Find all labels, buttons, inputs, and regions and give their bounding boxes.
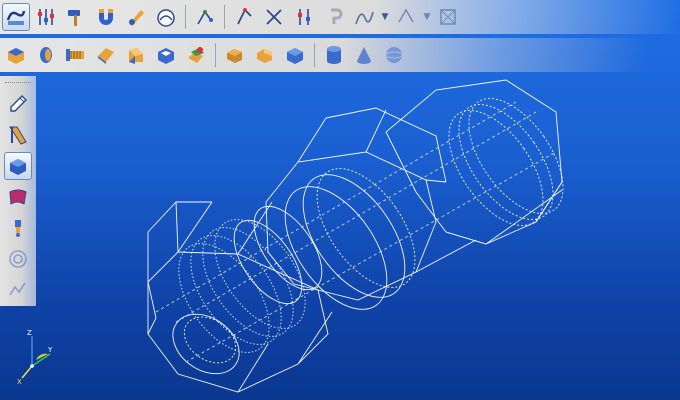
shell-button[interactable]	[152, 41, 180, 69]
curve-button[interactable]	[350, 3, 378, 31]
chevron-down-icon[interactable]: ▼	[422, 3, 432, 31]
pencil-hand-icon	[129, 10, 144, 26]
assembly-icon	[15, 220, 21, 237]
analysis-icon	[9, 282, 26, 296]
assembly-tool-button[interactable]	[4, 214, 32, 242]
solid-tool-button[interactable]	[4, 152, 32, 180]
triad-z-label: Z	[27, 329, 32, 337]
relation-icon	[237, 8, 252, 25]
cone-icon	[357, 47, 371, 64]
trim-button[interactable]	[260, 3, 288, 31]
sphere-primitive-button[interactable]	[380, 41, 408, 69]
solid-cube-icon	[10, 159, 26, 175]
fit-icon	[440, 9, 456, 25]
fillet-icon	[188, 47, 204, 63]
hook-button[interactable]	[320, 3, 348, 31]
toolbar-grip[interactable]	[5, 82, 31, 85]
toolbar-separator	[215, 43, 216, 67]
render-tool-button[interactable]	[4, 245, 32, 273]
relation-button[interactable]	[230, 3, 258, 31]
fit-view-button[interactable]	[434, 3, 462, 31]
toolbar-separator	[185, 5, 186, 29]
thread-button[interactable]	[62, 41, 90, 69]
dimension-sliders-icon	[298, 9, 310, 25]
curve-icon	[355, 11, 374, 25]
toolbar-separator	[224, 5, 225, 29]
chamfer-icon	[227, 49, 242, 63]
boolean-button[interactable]	[251, 41, 279, 69]
wireframe-model[interactable]	[36, 72, 680, 400]
cylinder-primitive-button[interactable]	[320, 41, 348, 69]
trim-icon	[266, 9, 282, 25]
box-icon	[287, 48, 303, 64]
parameters-button[interactable]	[32, 3, 60, 31]
shell-icon	[158, 48, 174, 64]
front-threads	[178, 219, 306, 353]
hook-icon	[331, 8, 343, 24]
ruler-pencil-icon	[9, 126, 27, 145]
dimension-button[interactable]	[290, 3, 318, 31]
gauge-icon	[157, 9, 175, 27]
magnet-tool-button[interactable]	[92, 3, 120, 31]
thread-icon	[66, 49, 84, 61]
chevron-down-icon[interactable]: ▼	[380, 3, 390, 31]
orientation-triad: Z Y X	[14, 326, 64, 386]
neck-section	[233, 205, 323, 305]
chamfer-button[interactable]	[221, 41, 249, 69]
sweep-button[interactable]	[92, 41, 120, 69]
main-toolbar: ▼ ▼	[0, 0, 680, 34]
axis-lines	[155, 101, 557, 363]
cylinder-icon	[327, 46, 341, 64]
extrude-icon	[8, 48, 24, 64]
3d-viewport[interactable]	[36, 72, 680, 400]
hammer-icon	[68, 10, 80, 26]
constraint-icon	[197, 10, 213, 25]
constraint-button[interactable]	[191, 3, 219, 31]
left-toolbar	[0, 76, 36, 306]
sweep-icon	[98, 48, 114, 64]
sketch-icon	[6, 10, 26, 25]
pencil-icon	[10, 95, 27, 112]
sketch-tool-button[interactable]	[4, 90, 32, 118]
fillet-button[interactable]	[182, 41, 210, 69]
triad-x-label: X	[17, 378, 22, 386]
triad-y-label: Y	[47, 346, 53, 354]
boolean-icon	[257, 49, 272, 63]
analysis-tool-button[interactable]	[4, 276, 32, 304]
view-orient-button[interactable]	[152, 3, 180, 31]
surface-tool-button[interactable]	[4, 183, 32, 211]
extrude-button[interactable]	[2, 41, 30, 69]
magnet-icon	[99, 9, 113, 25]
pattern-icon	[398, 8, 414, 23]
box-primitive-button[interactable]	[281, 41, 309, 69]
sphere-icon	[385, 47, 403, 63]
sliders-icon	[38, 9, 54, 25]
surface-icon	[9, 189, 27, 205]
loft-icon	[129, 48, 143, 64]
cone-primitive-button[interactable]	[350, 41, 378, 69]
middle-hex-collar	[265, 107, 477, 310]
rear-hex-nut	[385, 79, 564, 245]
revolve-icon	[40, 47, 52, 63]
feature-toolbar	[0, 38, 680, 72]
hammer-tool-button[interactable]	[62, 3, 90, 31]
toolbar-separator	[314, 43, 315, 67]
edit-feature-button[interactable]	[122, 3, 150, 31]
sketch-mode-button[interactable]	[2, 3, 30, 31]
revolve-button[interactable]	[32, 41, 60, 69]
design-tool-button[interactable]	[4, 121, 32, 149]
loft-button[interactable]	[122, 41, 150, 69]
pattern-button[interactable]	[392, 3, 420, 31]
target-icon	[9, 250, 27, 268]
